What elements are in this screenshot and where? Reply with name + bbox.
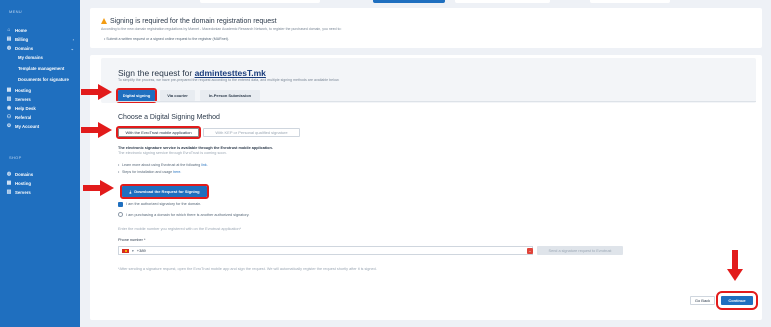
help-icon: ◉ <box>6 105 12 111</box>
notice-subtitle: According to the new domain registration… <box>101 27 342 31</box>
account-icon: ⚙ <box>6 123 12 129</box>
sidebar-item-help-desk[interactable]: ◉ Help Desk <box>6 104 78 112</box>
after-send-note: *After sending a signature request, open… <box>118 267 377 271</box>
domain-name: admintesttesT.mk <box>194 68 266 78</box>
sidebar: MENU ⌂ Home ▤ Billing › ◍ Domains ⌄ My d… <box>0 0 80 327</box>
notice-bullet: • Submit a written request or a signed o… <box>104 37 229 41</box>
shop-item-hosting[interactable]: ▦ Hosting <box>6 179 78 187</box>
evrotrust-description: The electronic signature service is avai… <box>118 146 273 150</box>
sidebar-item-label: Home <box>15 27 27 33</box>
step-tab <box>200 0 320 3</box>
tab-in-person-submission[interactable]: In-Person Submission <box>200 90 260 101</box>
sidebar-item-my-account[interactable]: ⚙ My Account <box>6 122 78 130</box>
step-tab-active <box>373 0 445 3</box>
sidebar-item-label: Servers <box>15 96 31 102</box>
sidebar-item-label: Servers <box>15 189 31 195</box>
notice-title: Signing is required for the domain regis… <box>110 18 277 25</box>
server-icon: ▥ <box>6 189 12 195</box>
download-icon: ⤓ <box>129 189 132 194</box>
list-item: Learn more about using Evrotrust at the … <box>118 163 208 167</box>
sidebar-item-label: Hosting <box>15 87 31 93</box>
kep-method-button[interactable]: With KEP or Personal qualified signature <box>203 128 300 137</box>
evrotrust-method-button[interactable]: With the EvroTrust mobile application <box>116 126 201 139</box>
shop-item-domains[interactable]: ◍ Domains <box>6 170 78 178</box>
referral-icon: ⚇ <box>6 114 12 120</box>
sidebar-subitem-documents-for-signature[interactable]: Documents for signature <box>18 77 69 82</box>
list-item: Steps for installation and usage here. <box>118 170 181 174</box>
shop-item-servers[interactable]: ▥ Servers <box>6 188 78 196</box>
sidebar-subitem-my-domains[interactable]: My domains <box>18 55 43 60</box>
learn-more-link[interactable]: link. <box>201 163 207 167</box>
phone-prompt: Enter the mobile number you registered w… <box>118 227 242 231</box>
notice-bullet-text: Submit a written request or a signed onl… <box>106 37 229 41</box>
sidebar-item-label: Hosting <box>15 180 31 186</box>
sidebar-item-hosting[interactable]: ▦ Hosting <box>6 86 78 94</box>
evrotrust-coming-soon: The electronic signing service through E… <box>118 151 227 155</box>
menu-label: MENU <box>9 9 22 14</box>
signing-card: Sign the request for admintesttesT.mk To… <box>90 55 762 320</box>
chevron-right-icon: › <box>72 36 74 42</box>
tab-via-courier[interactable]: Via courier <box>160 90 195 101</box>
hosting-icon: ▦ <box>6 180 12 186</box>
continue-button[interactable]: Continue <box>716 291 758 310</box>
chevron-down-icon[interactable]: ▾ <box>132 249 134 253</box>
mk-flag-icon <box>122 248 129 253</box>
sidebar-item-label: Help Desk <box>15 105 36 111</box>
radio-label: I am purchasing a domain for which there… <box>126 213 250 217</box>
sign-title-prefix: Sign the request for <box>118 68 193 78</box>
sidebar-item-domains[interactable]: ◍ Domains ⌄ <box>6 44 78 52</box>
list-item-text: Steps for installation and usage <box>122 170 173 174</box>
shop-label: SHOP <box>9 155 22 160</box>
method-title: Choose a Digital Signing Method <box>118 114 220 121</box>
billing-icon: ▤ <box>6 36 12 42</box>
sidebar-item-label: Domains <box>15 171 34 177</box>
go-back-button[interactable]: Go Back <box>690 296 715 305</box>
radio-label: I am the authorized signatory for the do… <box>126 202 202 206</box>
send-signature-request-button[interactable]: Send a signature request to Evrotrust <box>537 246 623 255</box>
other-signatory-radio[interactable] <box>118 212 123 217</box>
sidebar-item-billing[interactable]: ▤ Billing › <box>6 35 78 43</box>
sidebar-item-label: My Account <box>15 123 40 129</box>
step-tab <box>455 0 550 3</box>
phone-value: +389 <box>136 248 146 253</box>
phone-input[interactable]: ▾ +389 − <box>118 246 533 255</box>
step-tab <box>590 0 670 3</box>
sidebar-item-label: Domains <box>15 45 34 51</box>
divider <box>116 101 756 102</box>
authorized-signatory-radio[interactable] <box>118 202 123 207</box>
download-request-button[interactable]: ⤓ Download the Request for Signing <box>120 184 209 199</box>
chevron-down-icon: ⌄ <box>70 45 74 51</box>
sidebar-item-label: Billing <box>15 36 29 42</box>
tab-digital-signing[interactable]: Digital signing <box>116 88 157 103</box>
phone-label: Phone number * <box>118 238 146 242</box>
sidebar-subitem-template-management[interactable]: Template management <box>18 66 64 71</box>
installation-link[interactable]: here. <box>173 170 181 174</box>
sign-title: Sign the request for admintesttesT.mk <box>118 68 266 78</box>
sidebar-item-servers[interactable]: ▥ Servers <box>6 95 78 103</box>
sidebar-item-referral[interactable]: ⚇ Referral <box>6 113 78 121</box>
sidebar-item-home[interactable]: ⌂ Home <box>6 26 78 34</box>
home-icon: ⌂ <box>7 27 11 33</box>
warning-icon <box>101 18 107 24</box>
download-label: Download the Request for Signing <box>134 189 200 194</box>
clear-icon[interactable]: − <box>527 248 533 254</box>
hosting-icon: ▦ <box>6 87 12 93</box>
globe-icon: ◍ <box>6 45 12 51</box>
list-item-text: Learn more about using Evrotrust at the … <box>122 163 201 167</box>
signing-notice: Signing is required for the domain regis… <box>90 8 762 48</box>
sidebar-item-label: Referral <box>15 114 32 120</box>
globe-icon: ◍ <box>6 171 12 177</box>
server-icon: ▥ <box>6 96 12 102</box>
sign-subtitle: To simplify the process, we have pre-pre… <box>118 78 340 82</box>
